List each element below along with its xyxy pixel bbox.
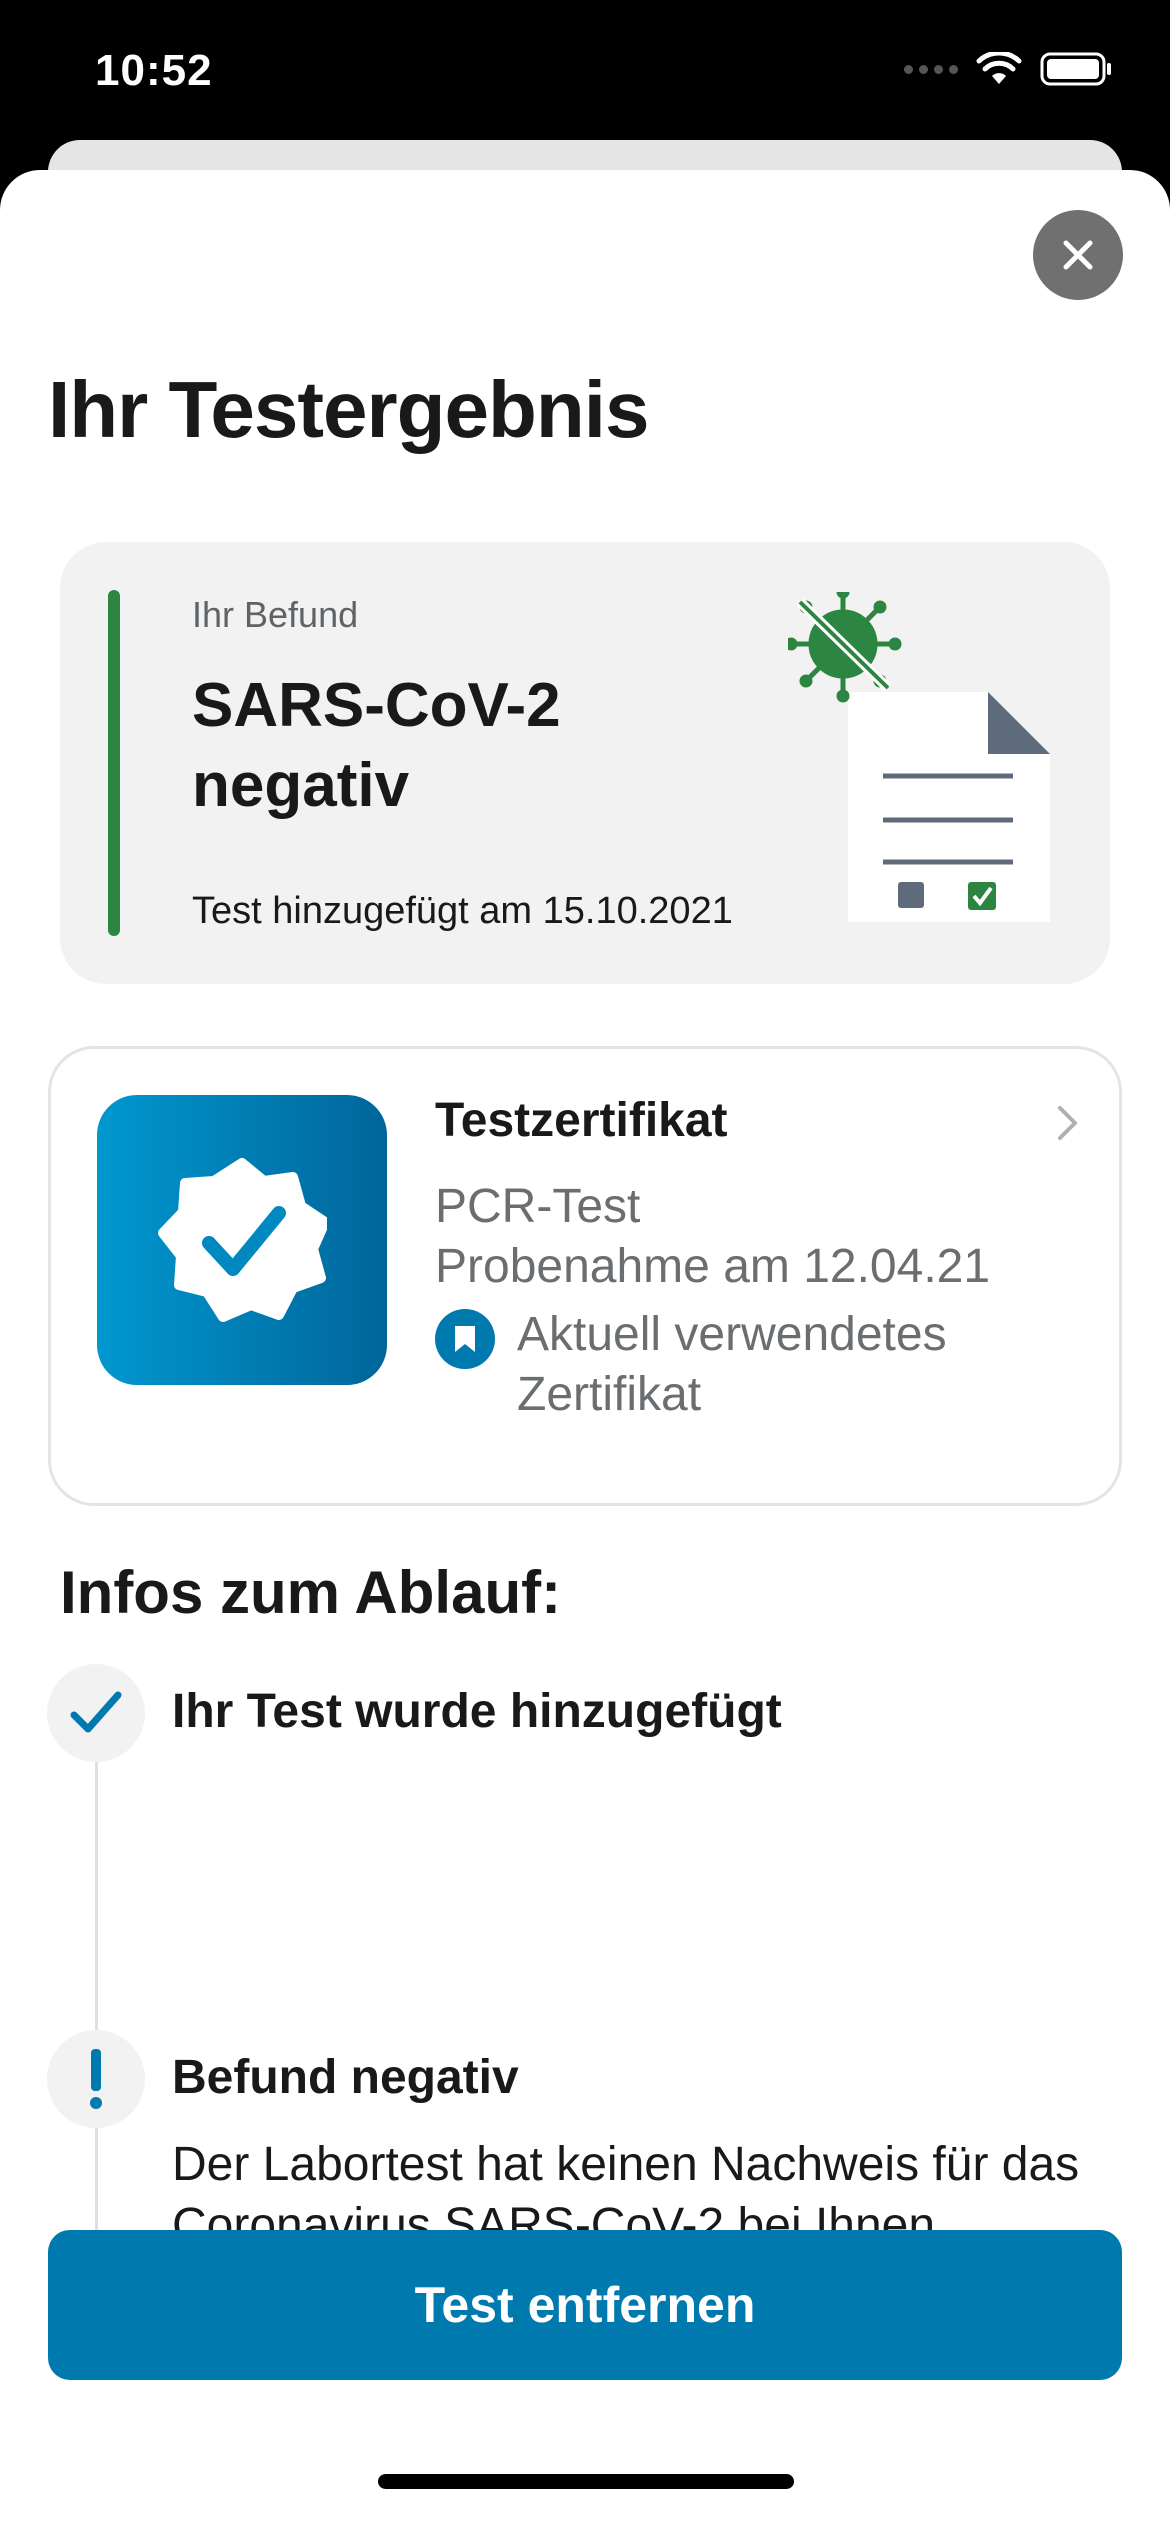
negative-test-document-illustration [788,592,1050,922]
certificate-sample-date: Probenahme am 12.04.21 [435,1240,991,1293]
battery-icon [1040,52,1111,86]
close-icon [1063,240,1093,270]
modal-sheet: Ihr Testergebnis Ihr Befund SARS-CoV-2 n… [0,170,1170,2532]
certificate-card[interactable]: Testzertifikat PCR-Test Probenahme am 12… [48,1046,1122,1506]
verified-badge-icon [158,1158,327,1322]
certificate-status: Aktuell verwendetes Zertifikat [517,1305,1077,1425]
certificate-title: Testzertifikat [435,1094,728,1147]
step-status-circle [47,1664,145,1762]
signal-icon [904,64,958,74]
info-heading: Infos zum Ablauf: [60,1559,562,1626]
result-card: Ihr Befund SARS-CoV-2 negativ Test hinzu… [60,542,1110,984]
step-status-circle [47,2030,145,2128]
status-time: 10:52 [95,46,213,95]
status-icons [904,52,1112,86]
result-added-date: Test hinzugefügt am 15.10.2021 [192,890,733,932]
step-title: Befund negativ [172,2051,519,2104]
remove-test-button[interactable]: Test entfernen [48,2230,1122,2380]
bookmark-icon [435,1309,495,1369]
result-title-line2: negativ [192,751,410,820]
result-label: Ihr Befund [192,594,359,635]
wifi-icon [976,52,1022,84]
step-title: Ihr Test wurde hinzugefügt [172,1685,782,1738]
page-title: Ihr Testergebnis [48,365,649,454]
close-button[interactable] [1033,210,1123,300]
certificate-icon-tile [97,1095,387,1385]
home-indicator [378,2474,794,2489]
checkmark-icon [70,1691,122,1733]
chevron-right-icon [1058,1106,1077,1140]
status-bar: 10:52 [0,0,1170,150]
certificate-type: PCR-Test [435,1180,641,1233]
exclamation-icon [90,2049,102,2109]
result-status-bar [108,590,120,936]
result-title-line1: SARS-CoV-2 [192,671,561,740]
certificate-status-line1: Aktuell verwendetes [517,1308,947,1361]
certificate-status-line2: Zertifikat [517,1368,702,1421]
result-title: SARS-CoV-2 negativ [192,666,712,826]
